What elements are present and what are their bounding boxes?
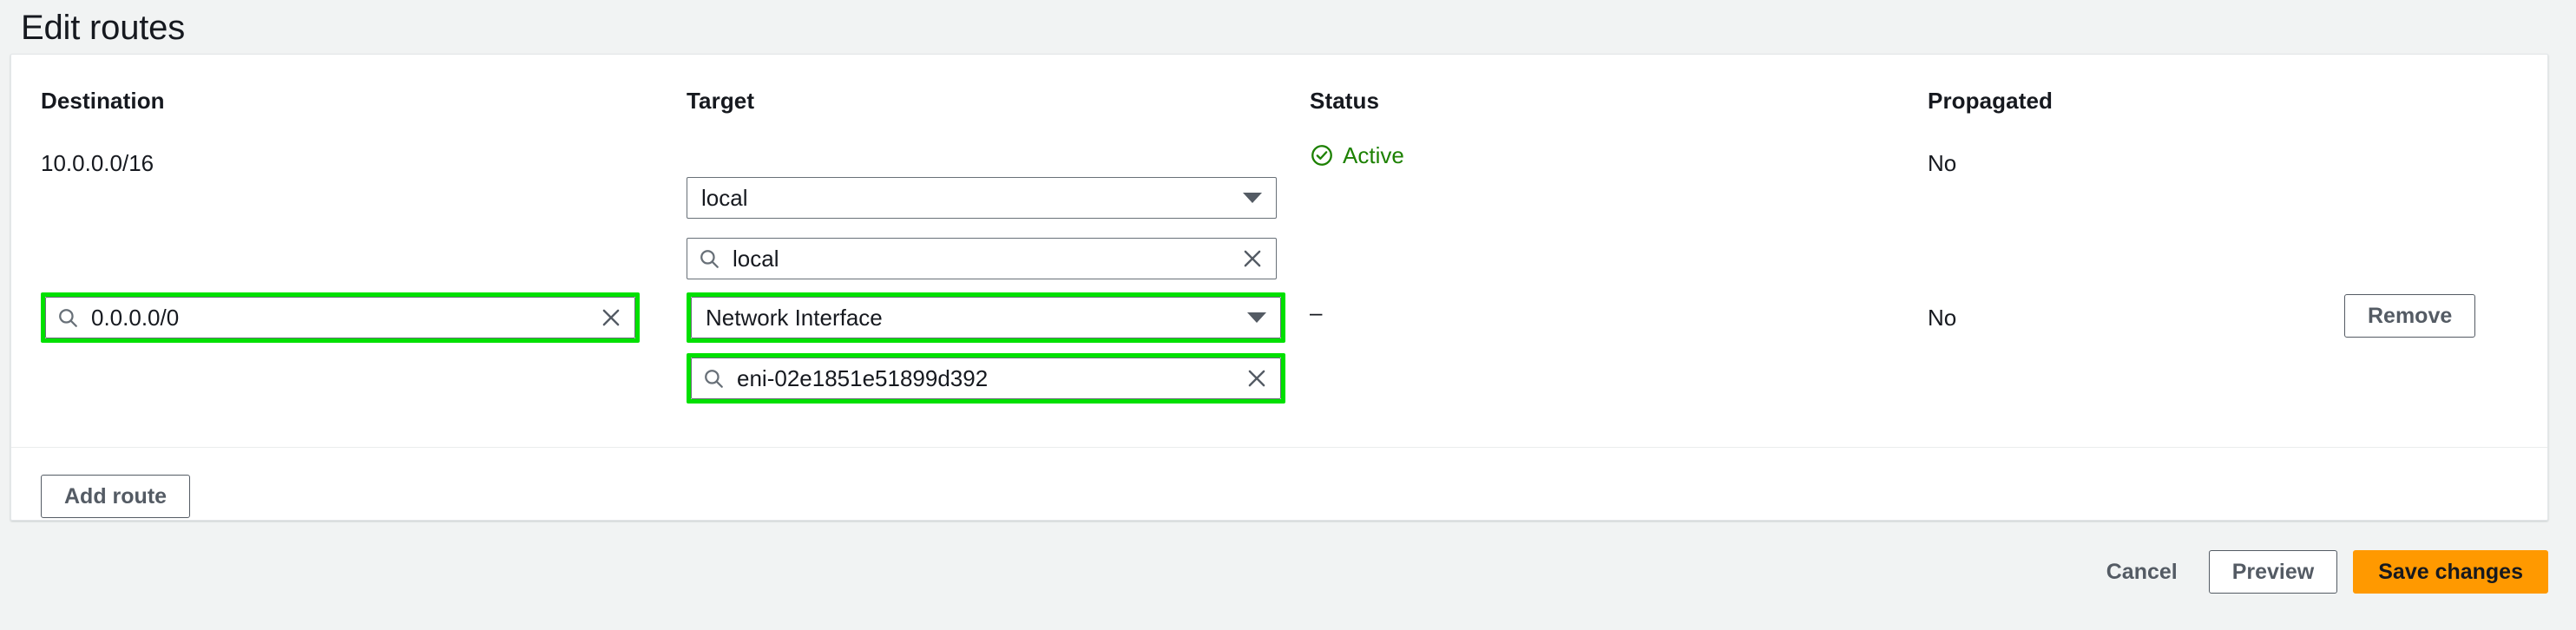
table-header-row: Destination Target Status Propagated: [11, 88, 2547, 117]
status-label: –: [1310, 299, 1323, 325]
target-select[interactable]: Network Interface: [691, 297, 1281, 338]
propagated-value: No: [1928, 150, 1957, 176]
status-label: Active: [1343, 142, 1404, 168]
cell-propagated: No: [1928, 256, 2344, 338]
add-route-wrap: Add route: [41, 475, 191, 518]
preview-button[interactable]: Preview: [2208, 550, 2338, 594]
section-divider: [11, 447, 2547, 448]
close-icon[interactable]: [1245, 367, 1268, 390]
destination-highlight: 0.0.0.0/0: [41, 292, 640, 343]
propagated-value: No: [1928, 305, 1957, 331]
cell-status: –: [1310, 256, 1917, 324]
column-header-status: Status: [1310, 88, 1380, 114]
cell-propagated: No: [1928, 136, 2344, 183]
column-header-propagated: Propagated: [1928, 88, 2054, 114]
target-select-wrap: local: [687, 177, 1277, 219]
remove-route-button[interactable]: Remove: [2344, 294, 2476, 338]
check-circle-icon: [1310, 143, 1334, 167]
search-icon: [702, 367, 725, 390]
target-search-highlight: eni-02e1851e51899d392: [687, 353, 1285, 404]
target-search-value: eni-02e1851e51899d392: [737, 367, 989, 390]
chevron-down-icon: [1243, 193, 1262, 203]
close-icon[interactable]: [600, 306, 622, 329]
destination-value: 10.0.0.0/16: [41, 150, 154, 176]
column-header-destination: Destination: [41, 88, 165, 114]
edit-routes-card: Destination Target Status Propagated 10.…: [10, 54, 2548, 521]
search-icon: [56, 306, 79, 329]
cancel-button[interactable]: Cancel: [2091, 550, 2193, 594]
add-route-button[interactable]: Add route: [41, 475, 191, 518]
routes-table: Destination Target Status Propagated 10.…: [11, 55, 2547, 447]
target-search-input[interactable]: eni-02e1851e51899d392: [691, 358, 1281, 399]
cell-destination: 10.0.0.0/16: [41, 136, 648, 183]
status-badge: Active: [1310, 136, 1917, 167]
chevron-down-icon: [1247, 312, 1266, 323]
cell-status: Active: [1310, 136, 1917, 167]
target-select-value: Network Interface: [706, 306, 883, 329]
remove-button-wrap: Remove: [2344, 294, 2476, 338]
destination-search-input[interactable]: 0.0.0.0/0: [45, 297, 635, 338]
save-changes-button[interactable]: Save changes: [2353, 550, 2548, 594]
destination-search-value: 0.0.0.0/0: [91, 306, 180, 329]
target-select-highlight: Network Interface: [687, 292, 1285, 343]
target-select[interactable]: local: [687, 177, 1277, 219]
table-row: 0.0.0.0/0 Network Interface eni-02e1851e…: [11, 256, 2547, 404]
column-header-target: Target: [687, 88, 755, 114]
target-select-value: local: [701, 187, 748, 209]
footer-actions: Cancel Preview Save changes: [0, 535, 2576, 609]
page-title: Edit routes: [21, 9, 186, 47]
table-row: 10.0.0.0/16 local local Active No: [11, 136, 2547, 279]
